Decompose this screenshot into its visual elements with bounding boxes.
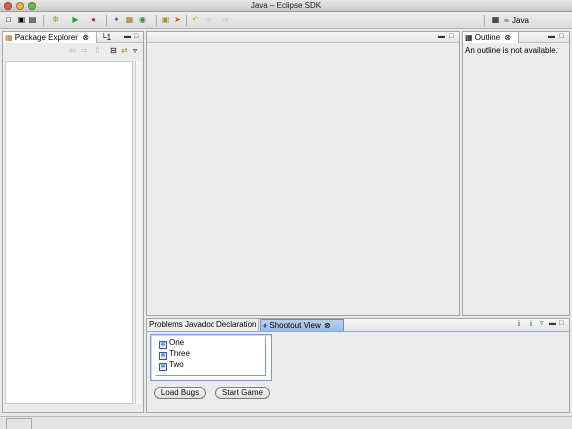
forward-icon[interactable]: ⇨ bbox=[81, 46, 88, 55]
tab-label: Shootout View bbox=[269, 321, 321, 330]
list-item[interactable]: ✻ One bbox=[159, 338, 185, 349]
java-perspective-icon[interactable]: ☕ bbox=[501, 15, 512, 25]
bug-list[interactable]: ✻ One ✻ Three ✻ Two bbox=[150, 334, 272, 381]
title-bar: Java – Eclipse SDK bbox=[0, 0, 572, 12]
up-icon[interactable]: ⇧ bbox=[94, 46, 101, 55]
toolbar-separator bbox=[43, 15, 44, 26]
package-explorer-toolbar: ⇦ ⇨ ⇧ ⊟ ⇄ ▿ bbox=[3, 44, 143, 58]
bug-icon: ✻ bbox=[159, 352, 167, 360]
external-tools-icon[interactable]: ● bbox=[88, 15, 99, 25]
tab-problems[interactable]: Problems bbox=[147, 319, 186, 331]
outline-icon: ▦ bbox=[465, 33, 473, 42]
bug-icon: ✻ bbox=[159, 341, 167, 349]
toolbar-separator bbox=[484, 15, 485, 26]
maximize-icon[interactable]: □ bbox=[559, 320, 563, 328]
outline-message: An outline is not available. bbox=[465, 46, 558, 55]
search-icon[interactable]: ➤ bbox=[172, 15, 183, 25]
tab-label: Package Explorer bbox=[14, 33, 78, 42]
back-icon[interactable]: ⇦ bbox=[69, 46, 76, 55]
run-icon[interactable]: ▶ bbox=[70, 15, 81, 25]
open-type-icon[interactable]: ▣ bbox=[160, 15, 171, 25]
toolbar-separator bbox=[156, 15, 157, 26]
close-icon[interactable]: ⊗ bbox=[504, 33, 511, 42]
tab-label: Outline bbox=[474, 33, 501, 42]
minimize-icon[interactable]: ▬ bbox=[549, 320, 556, 328]
editor-area: ▬ □ bbox=[146, 31, 460, 316]
tab-label: 1 bbox=[106, 33, 112, 42]
open-perspective-icon[interactable]: ▦ bbox=[490, 15, 501, 25]
maximize-icon[interactable]: □ bbox=[449, 33, 453, 41]
list-item-label: Three bbox=[169, 349, 190, 358]
tab-javadoc[interactable]: Javadoc bbox=[183, 319, 218, 331]
fast-view-bar[interactable] bbox=[6, 418, 32, 429]
maximize-icon[interactable]: □ bbox=[134, 33, 138, 41]
info-icon[interactable]: i bbox=[518, 321, 520, 329]
main-toolbar: □ ▣ ▤ ❊ ▶ ● ✦ ▦ ◉ ▣ ➤ ↶ ⇨ ⇨ ▦ ☕ Java bbox=[0, 12, 572, 29]
editor-tabbar: ▬ □ bbox=[147, 32, 459, 43]
tab-package-explorer[interactable]: ▦ Package Explorer ⊗ bbox=[3, 32, 97, 43]
tab-declaration[interactable]: Declaration bbox=[214, 319, 260, 331]
list-item[interactable]: ✻ Three bbox=[159, 349, 190, 360]
collapse-all-icon[interactable]: ⊟ bbox=[110, 46, 117, 55]
list-item-label: Two bbox=[169, 360, 184, 369]
view-menu-icon[interactable]: ▿ bbox=[133, 46, 137, 55]
info-alt-icon[interactable]: i bbox=[530, 321, 532, 329]
toolbar-separator bbox=[186, 15, 187, 26]
perspective-label[interactable]: Java bbox=[512, 16, 529, 25]
list-item-label: One bbox=[169, 338, 185, 347]
new-java-project-icon[interactable]: ✦ bbox=[111, 15, 122, 25]
bug-list-viewport: ✻ One ✻ Three ✻ Two bbox=[156, 337, 266, 376]
package-icon: ▦ bbox=[5, 33, 13, 42]
view-icon: ♦ bbox=[263, 321, 268, 330]
print-icon[interactable]: ▤ bbox=[27, 15, 38, 25]
package-explorer-panel: ▦ Package Explorer ⊗ └1 ▬ □ ⇦ ⇨ ⇧ ⊟ ⇄ ▿ bbox=[2, 31, 144, 413]
outline-tabbar: ▦ Outline ⊗ ▬ □ bbox=[463, 32, 569, 43]
tab-outline[interactable]: ▦ Outline ⊗ bbox=[463, 32, 519, 43]
package-explorer-tree[interactable] bbox=[5, 61, 133, 404]
close-icon[interactable]: ⊗ bbox=[82, 33, 89, 42]
status-bar bbox=[0, 416, 572, 429]
view-menu-icon[interactable]: ▿ bbox=[540, 320, 544, 328]
forward-icon[interactable]: ⇨ bbox=[203, 15, 214, 25]
forward-history-icon[interactable]: ⇨ bbox=[220, 15, 231, 25]
link-with-editor-icon[interactable]: ⇄ bbox=[121, 46, 128, 55]
vertical-scrollbar[interactable] bbox=[135, 61, 142, 404]
back-icon[interactable]: ↶ bbox=[190, 15, 201, 25]
toolbar-separator bbox=[106, 15, 107, 26]
new-package-icon[interactable]: ▦ bbox=[124, 15, 135, 25]
bottom-tabbar: Problems Javadoc Declaration ♦ Shootout … bbox=[147, 319, 569, 332]
minimize-icon[interactable]: ▬ bbox=[438, 33, 445, 41]
maximize-icon[interactable]: □ bbox=[559, 33, 563, 41]
new-class-icon[interactable]: ◉ bbox=[137, 15, 148, 25]
list-item[interactable]: ✻ Two bbox=[159, 360, 184, 371]
close-icon[interactable]: ⊗ bbox=[324, 321, 331, 330]
bug-icon: ✻ bbox=[159, 363, 167, 371]
load-bugs-button[interactable]: Load Bugs bbox=[154, 387, 206, 399]
tab-shootout-view[interactable]: ♦ Shootout View ⊗ bbox=[260, 319, 344, 331]
package-explorer-tabbar: ▦ Package Explorer ⊗ └1 ▬ □ bbox=[3, 32, 143, 43]
window-title: Java – Eclipse SDK bbox=[250, 1, 322, 10]
save-icon[interactable]: ▣ bbox=[16, 15, 27, 25]
start-game-button[interactable]: Start Game bbox=[215, 387, 270, 399]
outline-panel: ▦ Outline ⊗ ▬ □ An outline is not availa… bbox=[462, 31, 570, 316]
new-icon[interactable]: □ bbox=[3, 15, 14, 25]
minimize-icon[interactable]: ▬ bbox=[548, 33, 555, 41]
minimize-icon[interactable]: ▬ bbox=[124, 33, 131, 41]
debug-icon[interactable]: ❊ bbox=[50, 15, 61, 25]
tab-hierarchy[interactable]: └1 bbox=[99, 32, 119, 43]
